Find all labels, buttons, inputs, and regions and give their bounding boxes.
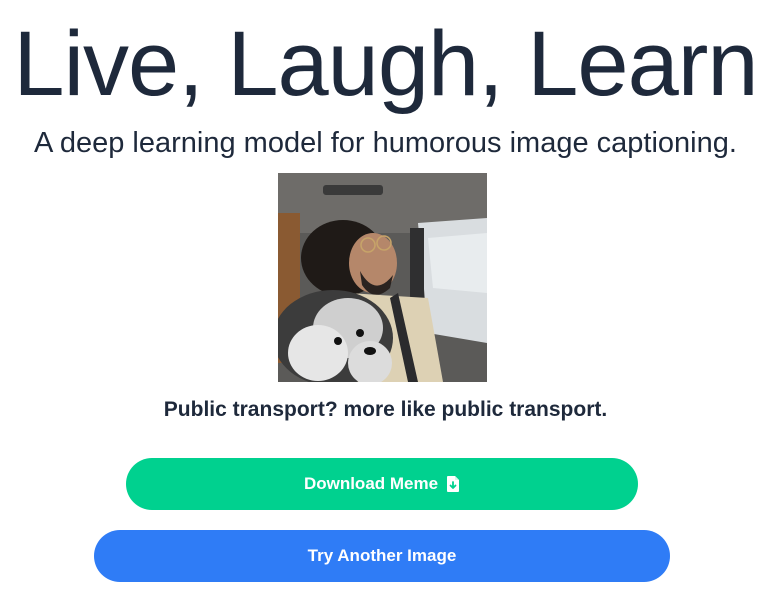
page-title: Live, Laugh, Learn xyxy=(13,13,758,115)
photo-illustration xyxy=(278,173,487,382)
download-meme-label: Download Meme xyxy=(303,474,439,493)
page: Live, Laugh, Learn A deep learning model… xyxy=(0,0,771,608)
uploaded-image xyxy=(278,173,487,382)
download-meme-button[interactable]: Download Meme xyxy=(126,458,638,510)
try-another-image-button[interactable]: Try Another Image xyxy=(94,530,670,582)
file-download-icon xyxy=(446,475,460,493)
try-another-image-label: Try Another Image xyxy=(307,546,457,565)
meme-caption: Public transport? more like public trans… xyxy=(163,398,608,421)
page-subtitle: A deep learning model for humorous image… xyxy=(34,127,737,159)
